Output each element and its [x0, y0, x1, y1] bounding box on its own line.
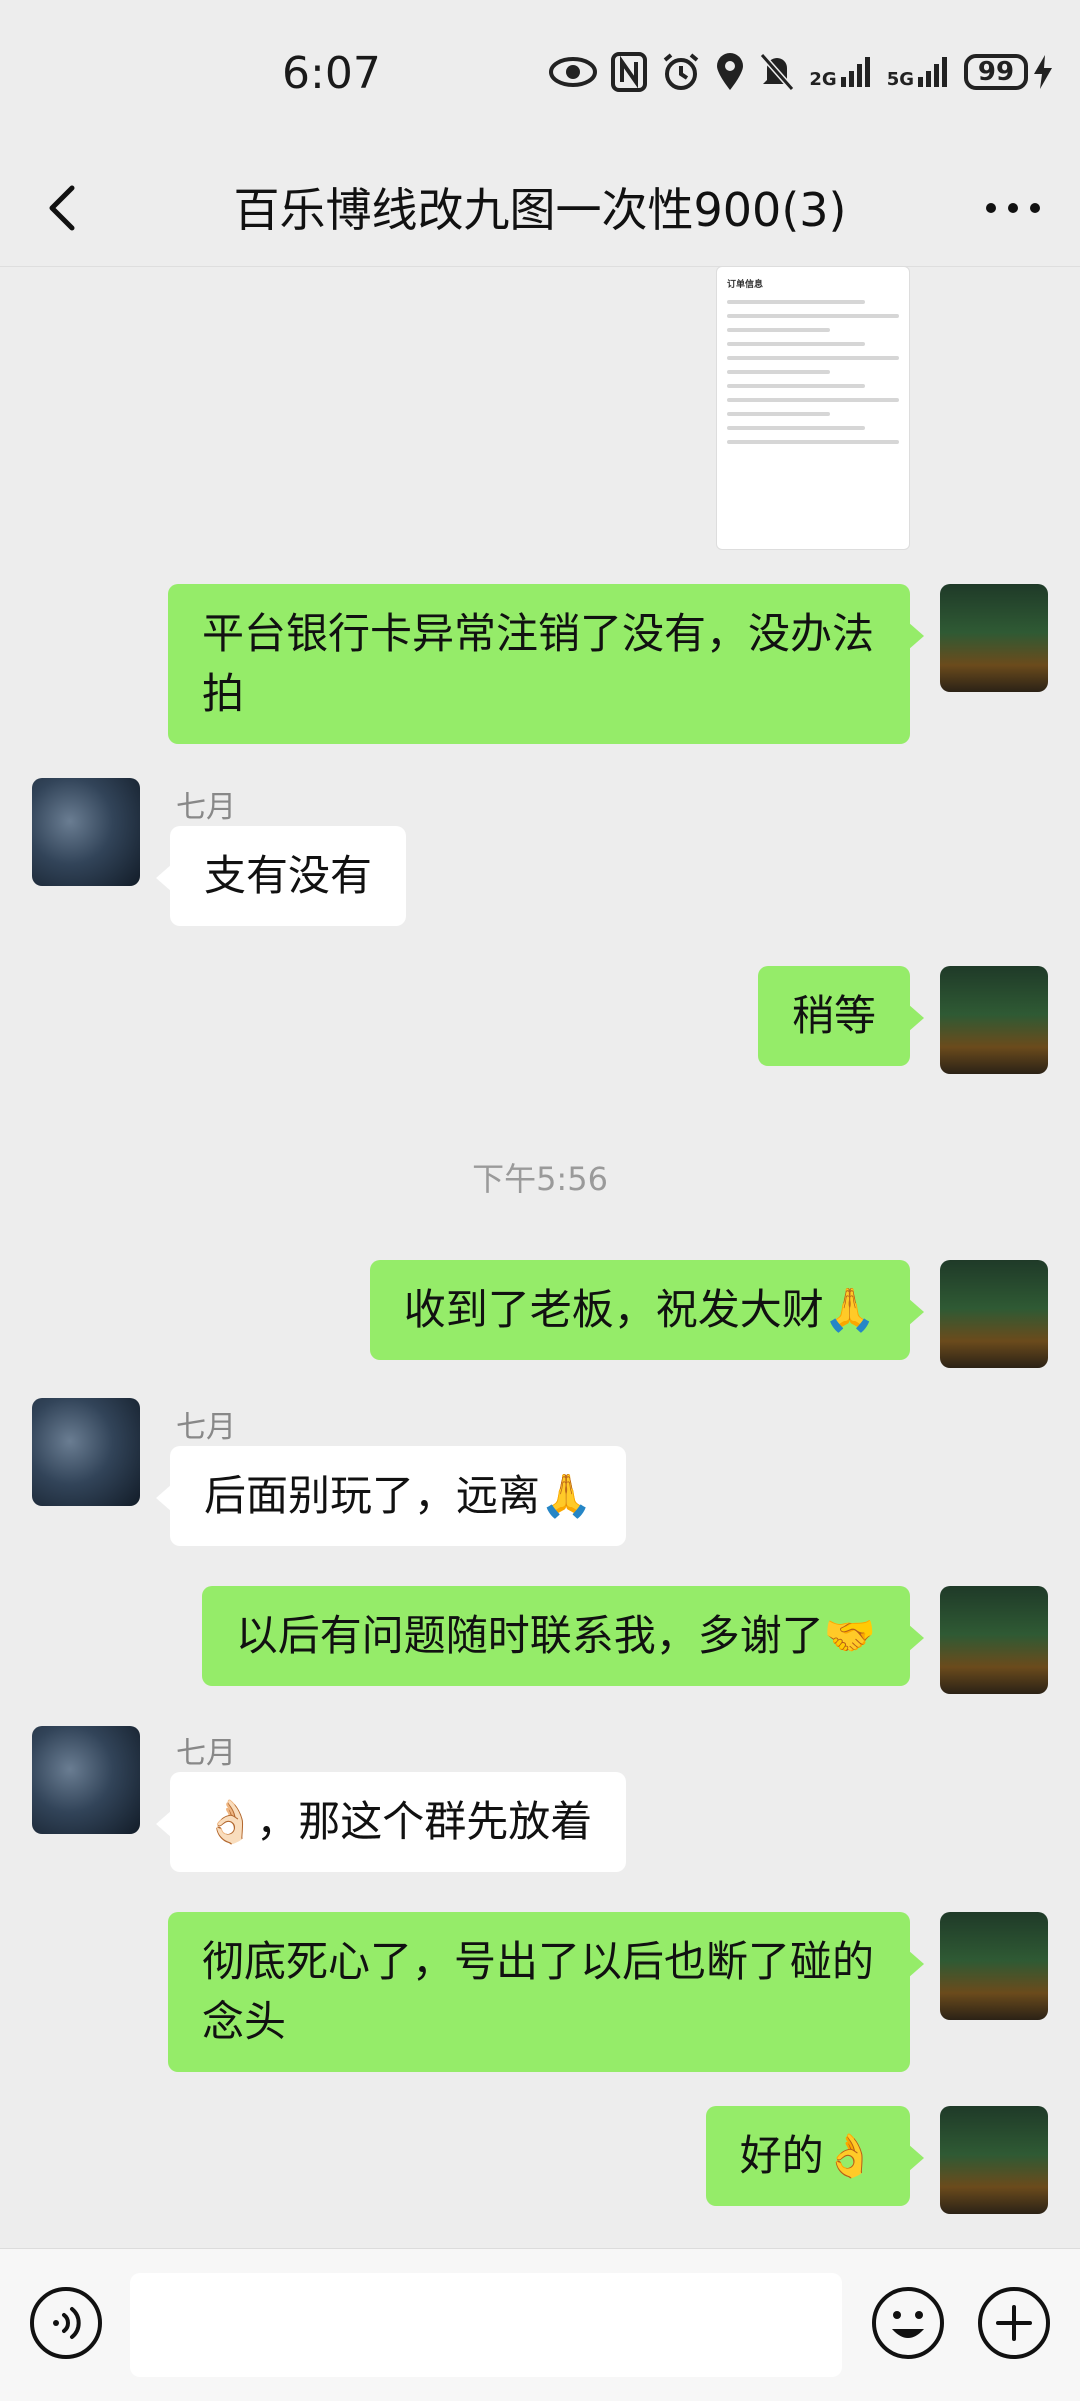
chevron-left-icon[interactable]: [36, 178, 96, 238]
my-avatar[interactable]: [940, 1260, 1048, 1368]
my-message-bubble[interactable]: 好的👌: [705, 2106, 925, 2206]
order-line: [727, 370, 831, 374]
message-input[interactable]: [130, 2273, 842, 2377]
plus-icon[interactable]: [976, 2285, 1052, 2361]
order-line: [727, 426, 865, 430]
my-avatar[interactable]: [940, 966, 1048, 1074]
sender-name: 七月: [176, 1410, 236, 1445]
chat-input-bar: [0, 2248, 1080, 2401]
my-avatar[interactable]: [940, 584, 1048, 692]
status-icons: 2G 5G 99: [549, 52, 1052, 92]
location-icon: [717, 53, 744, 90]
contact-message-bubble[interactable]: 支有没有: [155, 826, 407, 926]
my-message-bubble[interactable]: 彻底死心了，号出了以后也断了碰的念头: [168, 1912, 924, 2072]
alarm-icon: [664, 53, 699, 90]
signal-2g: 2G: [809, 55, 872, 89]
signal-icon: [918, 57, 947, 87]
order-card-title: 订单信息: [727, 280, 764, 290]
status-time: 6:07: [282, 48, 381, 99]
status-bar: 6:07 2G 5G 99: [0, 0, 1080, 150]
net-label-2: 5G: [886, 69, 914, 90]
contact-message-bubble[interactable]: 👌🏻，那这个群先放着: [155, 1772, 627, 1872]
mute-icon: [760, 53, 795, 91]
chat-header: 百乐博线改九图一次性900(3): [0, 150, 1080, 267]
order-line: [727, 328, 831, 332]
charging-icon: [1034, 55, 1052, 89]
battery: 99: [964, 54, 1052, 90]
emoji-icon[interactable]: [870, 2285, 946, 2361]
my-message-bubble[interactable]: 收到了老板，祝发大财🙏: [369, 1260, 925, 1360]
my-avatar[interactable]: [940, 1912, 1048, 2020]
my-avatar[interactable]: [940, 2106, 1048, 2214]
nfc-icon: [611, 52, 648, 92]
order-screenshot-image[interactable]: 订单信息: [716, 266, 910, 550]
order-line: [727, 398, 899, 402]
my-message-bubble[interactable]: 以后有问题随时联系我，多谢了🤝: [201, 1586, 925, 1686]
order-line: [727, 342, 865, 346]
my-message-bubble[interactable]: 平台银行卡异常注销了没有，没办法拍: [168, 584, 924, 744]
chat-title: 百乐博线改九图一次性900(3): [233, 183, 847, 237]
my-message-bubble[interactable]: 稍等: [757, 966, 925, 1066]
order-line: [727, 440, 899, 444]
order-line: [727, 412, 831, 416]
voice-icon[interactable]: [28, 2285, 104, 2361]
order-line: [727, 384, 865, 388]
battery-level: 99: [964, 54, 1028, 90]
order-line: [727, 314, 899, 318]
sender-name: 七月: [176, 1736, 236, 1771]
my-avatar[interactable]: [940, 1586, 1048, 1694]
time-separator: 下午5:56: [472, 1160, 608, 1198]
signal-5g: 5G: [887, 55, 950, 89]
signal-icon: [840, 57, 870, 87]
sender-name: 七月: [176, 790, 236, 825]
contact-avatar[interactable]: [32, 778, 140, 886]
contact-avatar[interactable]: [32, 1726, 140, 1834]
eye-icon: [549, 57, 598, 87]
order-line: [727, 300, 865, 304]
net-label-1: 2G: [809, 69, 837, 90]
more-dots-icon[interactable]: [978, 180, 1048, 236]
contact-message-bubble[interactable]: 后面别玩了，远离🙏: [155, 1446, 627, 1546]
contact-avatar[interactable]: [32, 1398, 140, 1506]
order-line: [727, 356, 899, 360]
